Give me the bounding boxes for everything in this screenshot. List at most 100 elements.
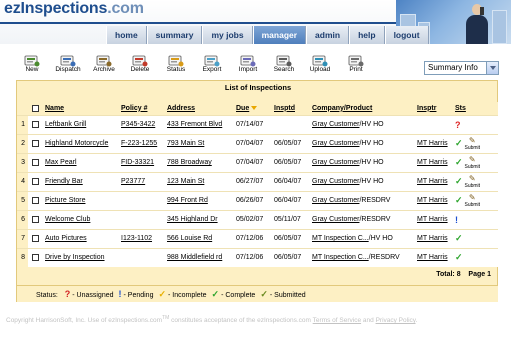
view-select[interactable]: Summary Info [424,61,499,75]
terms-of-service-link[interactable]: Terms of Service [313,317,361,324]
company-cell-text[interactable]: MT Inspection C... [312,254,369,261]
table-row[interactable]: 5 Picture Store 994 Front Rd 06/26/07 06/04/… [17,190,498,210]
name-column-header[interactable]: Name [43,102,119,115]
address-cell-text[interactable]: 793 Main St [167,140,204,147]
name-cell[interactable]: Leftbank Grill [43,114,119,134]
nav-manager[interactable]: manager [252,26,307,44]
name-cell[interactable]: Picture Store [43,190,119,210]
print-button[interactable]: Print [338,52,374,78]
inspector-cell[interactable]: MT Harris [415,152,453,172]
nav-summary[interactable]: summary [146,26,203,44]
address-column-header[interactable]: Address [165,102,234,115]
address-cell[interactable]: 566 Louise Rd [165,228,234,248]
company-cell[interactable]: Gray Customer/HV HO [310,114,415,134]
table-row[interactable]: 2 Highland Motorcycle F-223-1255 793 Main S… [17,133,498,153]
inspector-cell-text[interactable]: MT Harris [417,159,448,166]
policy-column-header[interactable]: Policy # [119,102,165,115]
nav-help[interactable]: help [349,26,385,44]
policy-cell[interactable]: P345-3422 [119,114,165,134]
due-column-header[interactable]: Due [234,102,272,115]
nav-my-jobs[interactable]: my jobs [202,26,253,44]
company-cell[interactable]: Gray Customer/RESDRV [310,190,415,210]
company-cell-text[interactable]: Gray Customer [312,197,359,204]
address-cell-text[interactable]: 988 Middlefield rd [167,254,222,261]
archive-button[interactable]: Archive [86,52,122,78]
company-cell-text[interactable]: Gray Customer [312,159,359,166]
table-row[interactable]: 7 Auto Pictures I123-1102 566 Louise Rd 07/1… [17,228,498,248]
status-button[interactable]: Status [158,52,194,78]
policy-cell[interactable]: FID-33321 [119,152,165,172]
name-cell[interactable]: Welcome Club [43,209,119,229]
address-cell[interactable]: 994 Front Rd [165,190,234,210]
inspector-cell-text[interactable]: MT Harris [417,140,448,147]
name-cell-text[interactable]: Leftbank Grill [45,121,86,128]
row-checkbox[interactable] [32,196,39,204]
nav-logout[interactable]: logout [384,26,429,44]
inspector-cell-text[interactable]: MT Harris [417,197,448,204]
company-cell-text[interactable]: Gray Customer [312,178,359,185]
upload-button[interactable]: Upload [302,52,338,78]
policy-cell-text[interactable]: P23777 [121,178,145,185]
row-checkbox[interactable] [32,215,39,223]
policy-cell-text[interactable]: P345-3422 [121,121,155,128]
policy-cell[interactable] [119,190,165,210]
submit-button[interactable]: ✎ Submit [465,155,481,170]
address-cell[interactable]: 345 Highland Dr [165,209,234,229]
delete-button[interactable]: Delete [122,52,158,78]
address-cell[interactable]: 988 Middlefield rd [165,247,234,267]
row-checkbox[interactable] [32,177,39,185]
new-button[interactable]: New [14,52,50,78]
inspector-cell[interactable]: MT Harris [415,133,453,153]
submit-button[interactable]: ✎ Submit [465,136,481,151]
company-cell-text[interactable]: Gray Customer [312,140,359,147]
inspector-cell[interactable]: MT Harris [415,228,453,248]
site-logo[interactable]: ezInspections.com [4,0,144,18]
policy-cell-text[interactable]: FID-33321 [121,159,154,166]
row-checkbox[interactable] [32,158,39,166]
table-row[interactable]: 6 Welcome Club 345 Highland Dr 05/02/07 05/1… [17,209,498,229]
address-cell[interactable]: 788 Broadway [165,152,234,172]
table-row[interactable]: 8 Drive by Inspection 988 Middlefield rd 07… [17,247,498,267]
table-row[interactable]: 3 Max Pearl FID-33321 788 Broadway 07/04/07 0… [17,152,498,172]
name-cell-text[interactable]: Max Pearl [45,159,77,166]
inspector-cell[interactable]: MT Harris [415,247,453,267]
dispatch-button[interactable]: Dispatch [50,52,86,78]
company-cell-text[interactable]: MT Inspection C... [312,235,369,242]
import-button[interactable]: Import [230,52,266,78]
row-checkbox[interactable] [32,120,39,128]
inspector-cell-text[interactable]: MT Harris [417,254,448,261]
name-cell-text[interactable]: Friendly Bar [45,178,83,185]
name-cell-text[interactable]: Drive by Inspection [45,254,105,261]
company-cell-text[interactable]: Gray Customer [312,216,359,223]
inspector-cell[interactable]: MT Harris [415,209,453,229]
company-cell[interactable]: Gray Customer/HV HO [310,152,415,172]
status-column-header[interactable]: Sts [453,102,498,115]
inspector-cell-text[interactable]: MT Harris [417,178,448,185]
row-checkbox[interactable] [32,139,39,147]
select-all-checkbox[interactable] [32,104,39,112]
name-cell[interactable]: Highland Motorcycle [43,133,119,153]
company-column-header[interactable]: Company/Product [310,102,415,115]
address-cell-text[interactable]: 123 Main St [167,178,204,185]
address-cell[interactable]: 433 Fremont Blvd [165,114,234,134]
name-cell[interactable]: Drive by Inspection [43,247,119,267]
inspector-cell[interactable]: MT Harris [415,190,453,210]
address-cell[interactable]: 123 Main St [165,171,234,191]
nav-home[interactable]: home [106,26,147,44]
export-button[interactable]: Export [194,52,230,78]
name-cell-text[interactable]: Picture Store [45,197,85,204]
policy-cell[interactable] [119,247,165,267]
address-cell-text[interactable]: 566 Louise Rd [167,235,212,242]
company-cell[interactable]: Gray Customer/RESDRV [310,209,415,229]
policy-cell[interactable]: F-223-1255 [119,133,165,153]
inspector-cell[interactable] [415,114,453,134]
company-cell[interactable]: Gray Customer/HV HO [310,133,415,153]
name-cell-text[interactable]: Welcome Club [45,216,90,223]
address-cell[interactable]: 793 Main St [165,133,234,153]
inspector-cell-text[interactable]: MT Harris [417,235,448,242]
policy-cell[interactable]: P23777 [119,171,165,191]
table-row[interactable]: 4 Friendly Bar P23777 123 Main St 06/27/07 06… [17,171,498,191]
policy-cell[interactable]: I123-1102 [119,228,165,248]
company-cell-text[interactable]: Gray Customer [312,121,359,128]
inspector-cell[interactable]: MT Harris [415,171,453,191]
